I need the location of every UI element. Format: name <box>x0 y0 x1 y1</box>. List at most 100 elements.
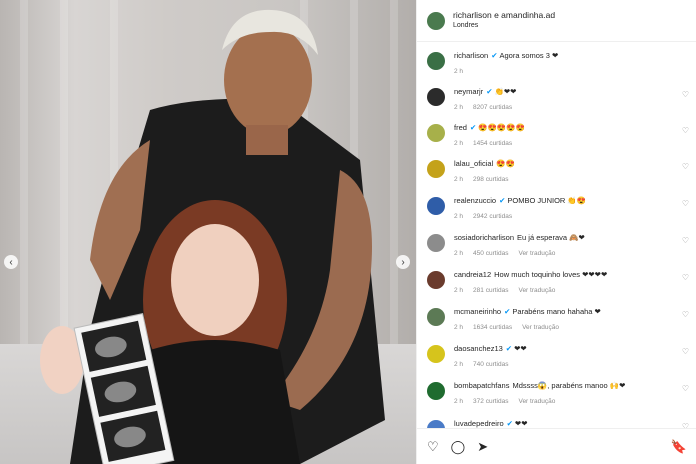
comment-meta: 2 h 2942 curtidas <box>454 213 687 220</box>
comment-text: 😍😍😍😍😍 <box>478 123 525 132</box>
commenter-avatar[interactable] <box>427 88 445 106</box>
save-icon[interactable]: 🔖 <box>671 440 687 453</box>
comment-icon[interactable]: ◯ <box>451 440 466 453</box>
comment-meta: 2 h 1454 curtidas <box>454 140 687 147</box>
commenter-username[interactable]: candreia12 <box>454 270 491 279</box>
comment-likes-count[interactable]: 740 curtidas <box>473 361 508 368</box>
comment-likes-count[interactable]: 2942 curtidas <box>473 213 512 220</box>
comment-body: richarlison ✔ Agora somos 3 ❤ 2 h <box>454 50 687 75</box>
comment-likes-count[interactable]: 1454 curtidas <box>473 140 512 147</box>
commenter-username[interactable]: bombapatchfans <box>454 381 509 390</box>
verified-badge-icon: ✔ <box>506 419 513 428</box>
chevron-left-icon: ‹ <box>9 256 13 268</box>
share-icon[interactable]: ➤ <box>477 440 488 453</box>
commenter-avatar[interactable] <box>427 382 445 400</box>
like-icon[interactable]: ♡ <box>427 440 439 453</box>
comment-text: 😍😍 <box>496 159 515 168</box>
comment-text-line: neymarjr ✔ 👏❤❤ <box>454 86 687 97</box>
photo-people-illustration <box>40 9 385 464</box>
comment-text-line: richarlison ✔ Agora somos 3 ❤ <box>454 50 687 61</box>
commenter-avatar[interactable] <box>427 234 445 252</box>
comment-like-heart-icon[interactable]: ♡ <box>682 347 689 356</box>
comment-meta: 2 h 450 curtidas Ver tradução <box>454 250 687 257</box>
commenter-avatar[interactable] <box>427 271 445 289</box>
instagram-post: ‹ › richarlison e amandinha.ad Londres r… <box>0 0 696 464</box>
comment-meta: 2 h 740 curtidas <box>454 361 687 368</box>
commenter-username[interactable]: luvadepedreiro <box>454 419 504 428</box>
author-avatar[interactable] <box>427 11 445 30</box>
comment-like-heart-icon[interactable]: ♡ <box>682 273 689 282</box>
comment-like-heart-icon[interactable]: ♡ <box>682 199 689 208</box>
post-photo[interactable]: ‹ › <box>0 0 416 464</box>
comment-text: 👏❤❤ <box>494 87 517 96</box>
comment-like-heart-icon[interactable]: ♡ <box>682 384 689 393</box>
commenter-avatar[interactable] <box>427 160 445 178</box>
comment-likes-count[interactable]: 1634 curtidas <box>473 324 512 331</box>
commenter-avatar[interactable] <box>427 52 445 70</box>
comment-text-line: lalau_oficial 😍😍 <box>454 158 687 169</box>
comment-likes-count[interactable]: 281 curtidas <box>473 287 508 294</box>
comment-likes-count[interactable]: 372 curtidas <box>473 398 508 405</box>
comment-item: bombapatchfans Mdssss😱, parabéns manoo 🙌❤… <box>417 380 696 405</box>
commenter-avatar[interactable] <box>427 308 445 326</box>
comment-time: 2 h <box>454 324 464 331</box>
comment-time: 2 h <box>454 213 464 220</box>
next-photo-button[interactable]: › <box>396 255 410 269</box>
comment-like-heart-icon[interactable]: ♡ <box>682 236 689 245</box>
commenter-username[interactable]: fred <box>454 123 467 132</box>
comment-text-line: mcmaneirinho ✔ Parabéns mano hahaha ❤ <box>454 306 687 317</box>
comment-like-heart-icon[interactable]: ♡ <box>682 126 689 135</box>
commenter-username[interactable]: richarlison <box>454 51 488 60</box>
see-translation-link[interactable]: Ver tradução <box>522 324 559 331</box>
comment-time: 2 h <box>454 140 464 147</box>
comment-body: neymarjr ✔ 👏❤❤ 2 h 8207 curtidas <box>454 86 687 111</box>
comment-item: sosiadoricharlison Eu já esperava 🙈❤ 2 h 45… <box>417 232 696 257</box>
comment-body: mcmaneirinho ✔ Parabéns mano hahaha ❤ 2 h 16… <box>454 306 687 331</box>
comment-body: realenzuccio ✔ POMBO JUNIOR 👏😍 2 h 2942 curt… <box>454 195 687 220</box>
post-author-names[interactable]: richarlison e amandinha.ad <box>453 10 555 21</box>
commenter-username[interactable]: sosiadoricharlison <box>454 233 514 242</box>
commenter-avatar[interactable] <box>427 124 445 142</box>
comment-text-line: bombapatchfans Mdssss😱, parabéns manoo 🙌❤ <box>454 380 687 391</box>
previous-photo-button[interactable]: ‹ <box>4 255 18 269</box>
commenter-avatar[interactable] <box>427 345 445 363</box>
commenter-username[interactable]: lalau_oficial <box>454 159 493 168</box>
comment-body: fred ✔ 😍😍😍😍😍 2 h 1454 curtidas <box>454 122 687 147</box>
commenter-avatar[interactable] <box>427 420 445 428</box>
post-header: richarlison e amandinha.ad Londres <box>417 0 696 42</box>
see-translation-link[interactable]: Ver tradução <box>518 287 555 294</box>
comment-time: 2 h <box>454 398 464 405</box>
comment-like-heart-icon[interactable]: ♡ <box>682 90 689 99</box>
comment-likes-count[interactable]: 450 curtidas <box>473 250 508 257</box>
comment-item: neymarjr ✔ 👏❤❤ 2 h 8207 curtidas ♡ <box>417 86 696 111</box>
comment-item: mcmaneirinho ✔ Parabéns mano hahaha ❤ 2 h 16… <box>417 306 696 331</box>
comment-likes-count[interactable]: 8207 curtidas <box>473 104 512 111</box>
comment-like-heart-icon[interactable]: ♡ <box>682 310 689 319</box>
comment-item: candreia12 How much toquinho loves ❤❤❤❤ 2 … <box>417 269 696 294</box>
comment-meta: 2 h 8207 curtidas <box>454 104 687 111</box>
commenter-username[interactable]: neymarjr <box>454 87 483 96</box>
comment-body: daosanchez13 ✔ ❤❤ 2 h 740 curtidas <box>454 343 687 368</box>
comment-text: ❤❤ <box>514 344 527 353</box>
comment-time: 2 h <box>454 287 464 294</box>
comment-item: fred ✔ 😍😍😍😍😍 2 h 1454 curtidas ♡ <box>417 122 696 147</box>
commenter-username[interactable]: mcmaneirinho <box>454 307 501 316</box>
commenter-username[interactable]: daosanchez13 <box>454 344 503 353</box>
see-translation-link[interactable]: Ver tradução <box>518 250 555 257</box>
comment-body: lalau_oficial 😍😍 2 h 298 curtidas <box>454 158 687 183</box>
comment-time: 2 h <box>454 176 464 183</box>
commenter-username[interactable]: realenzuccio <box>454 196 496 205</box>
comment-body: sosiadoricharlison Eu já esperava 🙈❤ 2 h 45… <box>454 232 687 257</box>
comment-like-heart-icon[interactable]: ♡ <box>682 162 689 171</box>
comment-meta: 2 h 281 curtidas Ver tradução <box>454 287 687 294</box>
comment-text: Eu já esperava 🙈❤ <box>517 233 585 242</box>
comment-likes-count[interactable]: 298 curtidas <box>473 176 508 183</box>
commenter-avatar[interactable] <box>427 197 445 215</box>
comment-meta: 2 h 1634 curtidas Ver tradução <box>454 324 687 331</box>
comment-text: Agora somos 3 ❤ <box>499 51 559 60</box>
see-translation-link[interactable]: Ver tradução <box>518 398 555 405</box>
comment-meta: 2 h <box>454 68 687 75</box>
comment-list[interactable]: richarlison ✔ Agora somos 3 ❤ 2 h neymarjr ✔ 👏… <box>417 42 696 428</box>
comment-text-line: luvadepedreiro ✔ ❤❤ <box>454 418 687 428</box>
post-location[interactable]: Londres <box>453 21 555 31</box>
